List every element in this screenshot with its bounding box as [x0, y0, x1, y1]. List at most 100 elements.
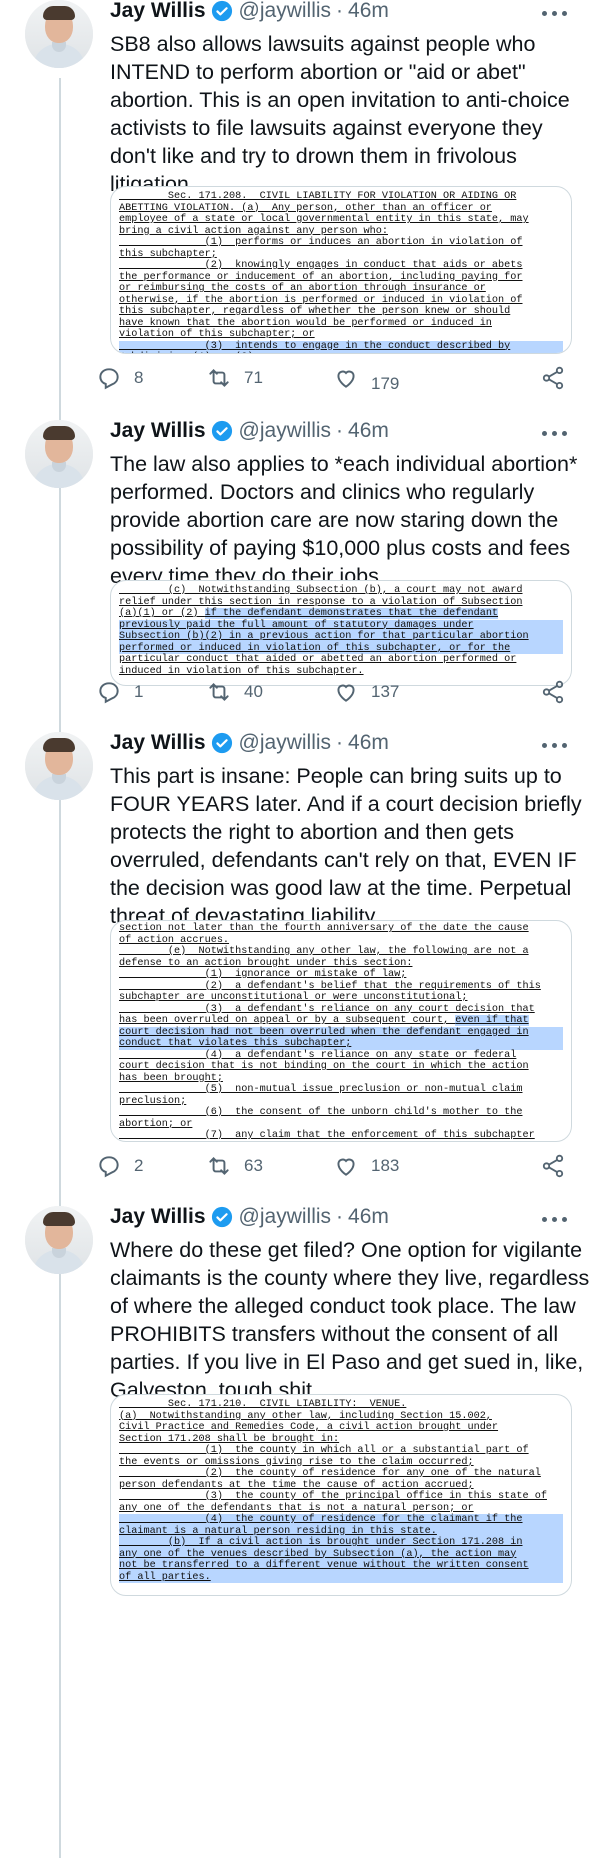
author-handle[interactable]: @jaywillis [239, 731, 332, 755]
avatar[interactable] [25, 1206, 93, 1274]
tweet-image[interactable]: Sec. 171.210. CIVIL LIABILITY: VENUE. (a)… [110, 1394, 572, 1596]
share-button[interactable] [540, 678, 578, 706]
like-button[interactable]: 183 [333, 1152, 399, 1180]
heart-icon [337, 370, 355, 388]
avatar[interactable] [25, 420, 93, 488]
document-line-text: (1) the county in which all or a substan… [119, 1445, 529, 1456]
author-name[interactable]: Jay Willis [110, 1205, 206, 1229]
document-line: Subsection (b)(2) in a previous action f… [119, 631, 563, 643]
timestamp[interactable]: 46m [348, 1205, 389, 1229]
more-options-icon[interactable] [540, 1210, 570, 1228]
tweet-image[interactable]: (c) Notwithstanding Subsection (b), a co… [110, 580, 572, 686]
more-options-icon[interactable] [540, 736, 570, 754]
like-button[interactable]: 137 [333, 678, 399, 706]
separator-dot: · [336, 419, 344, 442]
document-line-text: claimant is a natural person residing in… [119, 1525, 437, 1537]
document-line-text: particular conduct that aided or abetted… [119, 654, 517, 665]
document-line: abortion; or [119, 1119, 563, 1131]
tweet-header: Jay Willis @jaywillis · 46m [110, 0, 389, 24]
like-count: 137 [371, 682, 400, 701]
document-line-text: previously paid the full amount of statu… [119, 619, 474, 631]
document-line: (c) Notwithstanding Subsection (b), a co… [119, 585, 563, 597]
more-options-icon[interactable] [540, 424, 570, 442]
document-line: (4) the county of residence for the clai… [119, 1514, 563, 1526]
document-text: (c) Notwithstanding Subsection (b), a co… [119, 585, 563, 677]
retweet-button[interactable]: 63 [206, 1152, 263, 1180]
retweet-icon [209, 683, 229, 701]
document-line: has been brought; [119, 1073, 563, 1085]
document-line: (2) knowingly engages in conduct that ai… [119, 260, 563, 272]
document-line: court decision had not been overruled wh… [119, 1026, 563, 1038]
more-options-icon[interactable] [540, 4, 570, 22]
verified-icon [211, 732, 232, 754]
retweet-button[interactable]: 40 [206, 678, 263, 706]
document-line: has been overruled on appeal or by a sub… [119, 1015, 563, 1027]
document-line-text: has been overruled on appeal or by a sub… [119, 1015, 456, 1026]
timestamp[interactable]: 46m [348, 419, 389, 443]
document-line-text: court decision that is not binding on th… [119, 1061, 529, 1072]
document-line: court decision that is not binding on th… [119, 1061, 563, 1073]
document-line: have known that the abortion would be pe… [119, 318, 563, 330]
document-line: (7) any claim that the enforcement of th… [119, 1130, 563, 1141]
author-handle[interactable]: @jaywillis [239, 419, 332, 443]
tweet-2[interactable]: Jay Willis @jaywillis · 46m The law also… [0, 418, 600, 720]
tweet-text: Where do these get filed? One option for… [110, 1238, 590, 1402]
tweet-3[interactable]: Jay Willis @jaywillis · 46m This part is… [0, 731, 600, 1200]
document-line: this subchapter; [119, 249, 563, 261]
reply-button[interactable]: 8 [96, 364, 143, 392]
document-line: (3) intends to engage in the conduct des… [119, 340, 563, 352]
document-line: Civil Practice and Remedies Code, a civi… [119, 1422, 563, 1434]
avatar[interactable] [25, 732, 93, 800]
document-line-text: (2) knowingly engages in conduct that ai… [119, 260, 523, 271]
share-button[interactable] [540, 364, 578, 392]
document-line: (2) a defendant's belief that the requir… [119, 981, 563, 993]
document-line-text: (5) non-mutual issue preclusion or non-m… [119, 1084, 523, 1095]
author-name[interactable]: Jay Willis [110, 731, 206, 755]
document-line: claimant is a natural person residing in… [119, 1525, 563, 1537]
timestamp[interactable]: 46m [348, 0, 389, 23]
document-line: preclusion; [119, 1096, 563, 1108]
document-line-text: abortion; or [119, 1118, 193, 1130]
retweet-icon [209, 369, 229, 387]
tweet-actions: 8 71 179 [99, 364, 580, 393]
document-line-text: Civil Practice and Remedies Code, a civi… [119, 1422, 499, 1433]
document-line: or the imposition of civil liability aga… [119, 1142, 563, 1143]
avatar[interactable] [25, 0, 93, 68]
document-line-text: induced in violation of this subchapter. [119, 665, 364, 677]
document-line: (a)(1) or (2) if the defendant demonstra… [119, 608, 563, 620]
document-line-text: the performance or inducement of an abor… [119, 271, 523, 283]
document-line-text: defense to an action brought under this … [119, 957, 413, 969]
tweet-text: This part is insane: People can bring su… [110, 764, 582, 928]
document-line-text: Sec. 171.210. CIVIL LIABILITY: VENUE. [119, 1399, 407, 1410]
tweet-image[interactable]: Sec. 171.208. CIVIL LIABILITY FOR VIOLAT… [110, 186, 572, 354]
tweet-header: Jay Willis @jaywillis · 46m [110, 418, 389, 444]
retweet-button[interactable]: 71 [206, 364, 263, 392]
document-line-text: preclusion; [119, 1095, 187, 1107]
author-handle[interactable]: @jaywillis [239, 0, 332, 23]
document-line-text: (2) the county of residence for any one … [119, 1468, 541, 1479]
document-line: Section 171.208 shall be brought in: [119, 1434, 563, 1446]
share-button[interactable] [540, 1152, 578, 1180]
tweet-image[interactable]: section not later than the fourth annive… [110, 920, 572, 1142]
document-line-text: (c) Notwithstanding Subsection (b), a co… [119, 585, 523, 596]
reply-button[interactable]: 1 [96, 678, 143, 706]
document-line-text: of action accrues. [119, 934, 230, 946]
tweet-1[interactable]: Jay Willis @jaywillis · 46m SB8 also all… [0, 0, 600, 410]
author-handle[interactable]: @jaywillis [239, 1205, 332, 1229]
verified-icon [211, 420, 232, 442]
author-name[interactable]: Jay Willis [110, 0, 206, 23]
reply-button[interactable]: 2 [96, 1152, 143, 1180]
document-line: or reimbursing the costs of an abortion … [119, 283, 563, 295]
document-line: (2) the county of residence for any one … [119, 1468, 563, 1480]
document-line: person defendants at the time the cause … [119, 1480, 563, 1492]
author-name[interactable]: Jay Willis [110, 419, 206, 443]
document-line-text: (7) any claim that the enforcement of th… [119, 1130, 535, 1141]
document-line: (b) If a civil action is brought under S… [119, 1537, 563, 1549]
timestamp[interactable]: 46m [348, 731, 389, 755]
like-button[interactable]: 179 [333, 364, 399, 393]
document-line-text: this subchapter, regardless of whether t… [119, 306, 511, 317]
reply-icon [99, 682, 119, 704]
document-line-text: section not later than the fourth annive… [119, 923, 529, 934]
tweet-4[interactable]: Jay Willis @jaywillis · 46m Where do the… [0, 1205, 600, 1864]
document-line: section not later than the fourth annive… [119, 923, 563, 935]
